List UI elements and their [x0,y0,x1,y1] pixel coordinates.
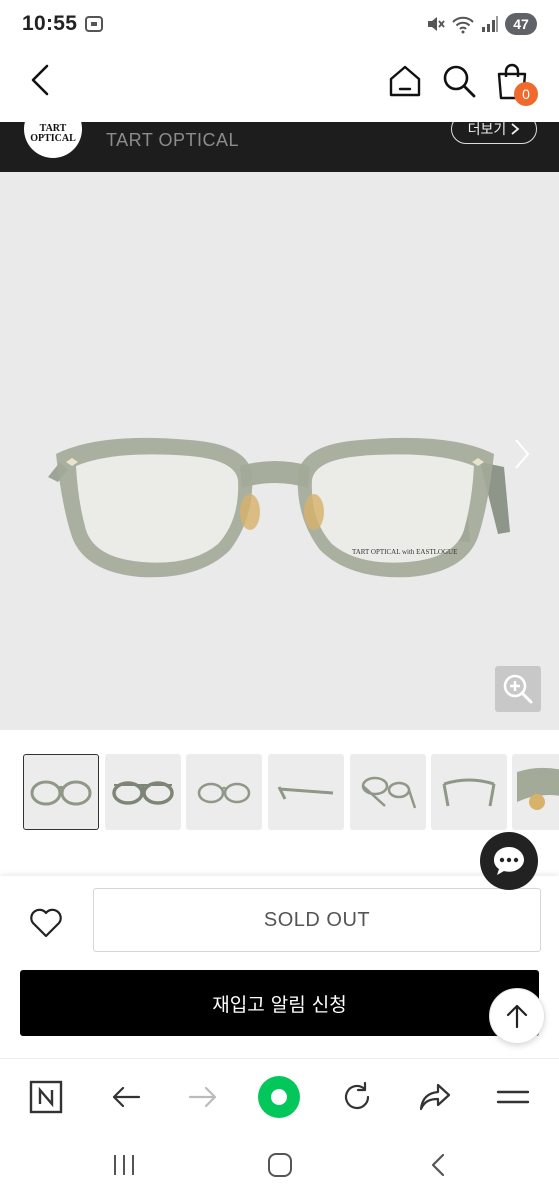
eyeglasses-thumbnail [30,780,92,806]
eyeglasses-thumbnail [197,782,251,804]
thumbnail-strip [0,754,559,830]
battery-indicator: 47 [505,13,537,35]
app-header [0,50,559,122]
arrow-left-icon [112,1086,141,1108]
eyeglasses-angle-thumbnail [361,776,417,809]
wishlist-button[interactable] [28,906,64,940]
arrow-up-icon [506,1004,528,1029]
hamburger-menu-icon [496,1090,530,1104]
browser-toolbar [0,1058,559,1132]
screenshot-icon [84,14,104,34]
home-square-icon [268,1153,292,1177]
product-image[interactable]: TART OPTICAL with EASTLOGUE [0,172,559,730]
chat-bubble-icon [494,847,524,875]
brand-logo[interactable]: TART OPTICAL [24,122,82,158]
refresh-icon [344,1081,370,1110]
search-button[interactable] [440,62,478,100]
heart-icon [30,908,62,938]
back-button[interactable] [22,62,58,98]
home-button[interactable] [386,62,424,100]
system-back-button[interactable] [418,1150,458,1180]
thumbnail-4[interactable] [268,754,344,830]
more-label: 더보기 [467,122,507,137]
thumbnail-1[interactable] [23,754,99,830]
recent-apps-button[interactable] [104,1150,144,1180]
menu-button[interactable] [491,1075,535,1119]
thumbnail-2[interactable] [105,754,181,830]
thumbnail-6[interactable] [431,754,507,830]
eyeglasses-closeup-thumbnail [517,767,559,810]
refresh-button[interactable] [335,1075,379,1119]
browser-forward-button[interactable] [181,1075,225,1119]
mute-icon [425,14,445,34]
naver-home-button[interactable] [24,1075,68,1119]
scroll-top-button[interactable] [489,988,545,1044]
brand-name[interactable]: TART OPTICAL [106,130,239,151]
eyeglasses-image: TART OPTICAL with EASTLOGUE [48,437,510,578]
chevron-right-icon [515,439,530,469]
sold-out-button[interactable]: SOLD OUT [93,888,541,952]
search-icon [443,65,476,98]
brand-bar: TART OPTICAL TART OPTICAL 더보기 [0,122,559,172]
green-dot-button[interactable] [257,1075,301,1119]
purchase-panel: SOLD OUT 재입고 알림 신청 [0,876,559,1058]
eyeglasses-top-thumbnail [442,778,496,807]
status-bar: 10:55 47 [0,0,559,50]
chevron-right-icon [511,123,520,135]
recent-apps-icon [114,1155,134,1175]
zoom-button[interactable] [495,666,541,712]
zoom-in-icon [503,674,533,704]
next-image-button[interactable] [510,434,534,474]
wifi-icon [451,14,475,34]
arrow-right-icon [188,1086,217,1108]
system-home-button[interactable] [260,1150,300,1180]
share-arrow-icon [419,1083,451,1111]
lens-print-text: TART OPTICAL with EASTLOGUE [352,548,457,556]
system-back-icon [431,1153,445,1177]
share-button[interactable] [413,1075,457,1119]
thumbnail-7[interactable] [512,754,559,830]
thumbnail-3[interactable] [186,754,262,830]
chevron-left-icon [31,64,49,96]
brand-more-button[interactable]: 더보기 [451,122,537,144]
cart-count-badge: 0 [514,82,538,106]
chat-button[interactable] [480,832,538,890]
system-navigation-bar [0,1132,559,1200]
restock-alert-button[interactable]: 재입고 알림 신청 [20,970,539,1036]
green-dot-icon [258,1076,300,1118]
eyeglasses-thumbnail [112,781,174,805]
browser-back-button[interactable] [104,1075,148,1119]
brand-logo-text: TART OPTICAL [30,123,76,144]
thumbnail-5[interactable] [350,754,426,830]
eyeglasses-side-thumbnail [277,786,334,800]
status-time: 10:55 [22,12,78,35]
home-icon [389,65,421,97]
signal-icon [481,15,499,33]
naver-n-icon [29,1080,63,1114]
